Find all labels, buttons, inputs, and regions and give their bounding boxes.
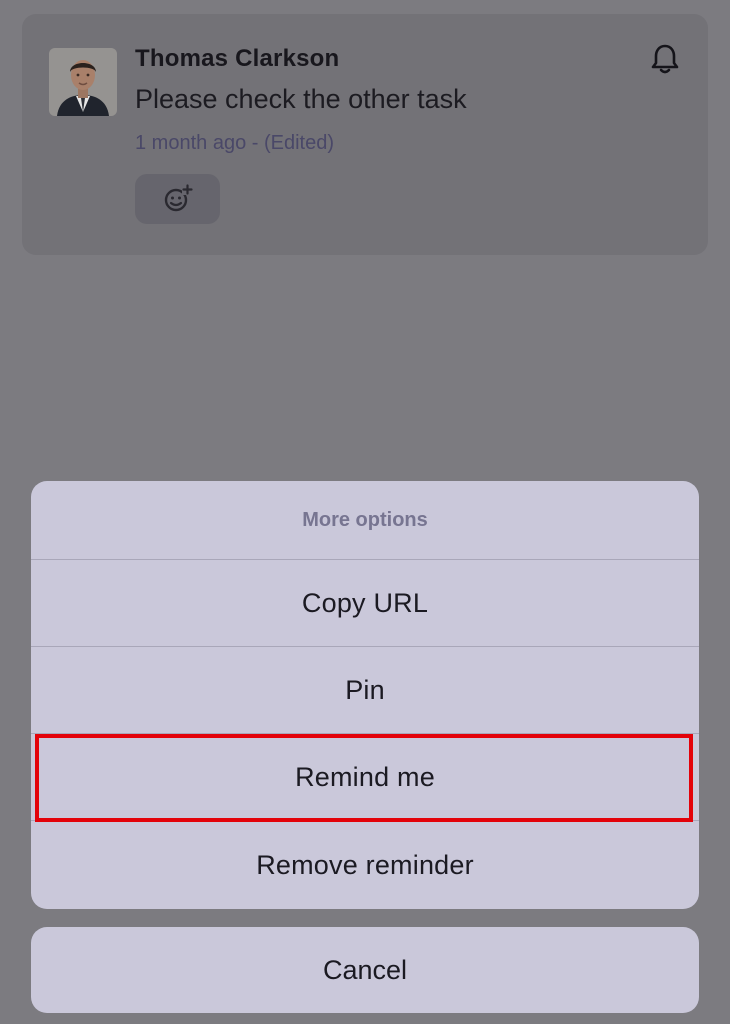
cancel-button[interactable]: Cancel [31,927,699,1013]
sheet-title: More options [31,481,699,560]
comment-card: Thomas Clarkson Please check the other t… [22,14,708,255]
avatar[interactable] [49,48,117,116]
comment-message: Please check the other task [135,84,467,114]
add-reaction-icon [164,184,193,212]
bell-icon[interactable] [647,41,683,77]
more-options-sheet: More options Copy URL Pin Remind me Remo… [31,481,699,909]
copy-url-option[interactable]: Copy URL [31,560,699,647]
remind-me-option[interactable]: Remind me [31,734,699,821]
remove-reminder-option[interactable]: Remove reminder [31,821,699,909]
comment-meta: 1 month ago - (Edited) [135,132,334,154]
comment-author: Thomas Clarkson [135,45,340,72]
add-reaction-button[interactable] [135,174,220,224]
pin-option[interactable]: Pin [31,647,699,734]
